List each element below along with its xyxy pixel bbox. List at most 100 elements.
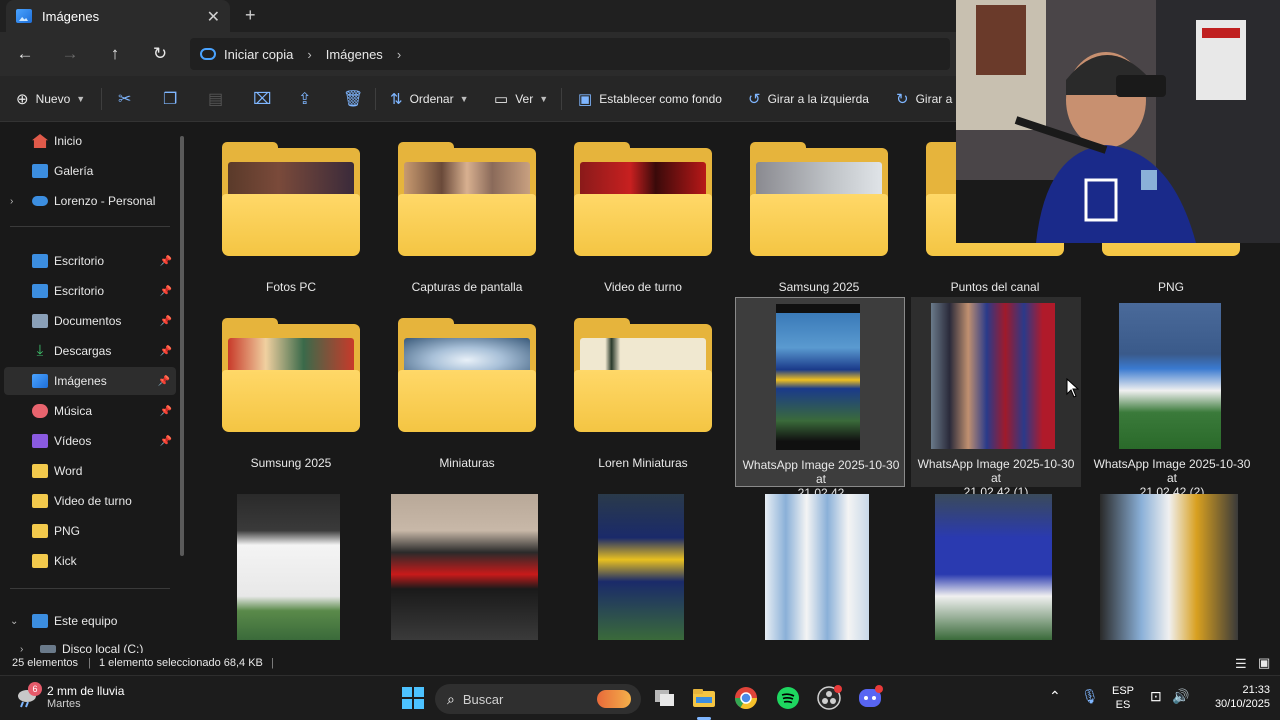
file-name: Fotos PC xyxy=(265,280,316,294)
thumbnail[interactable] xyxy=(391,494,538,640)
sidebar-item-gallery[interactable]: Galería xyxy=(0,157,178,185)
language-indicator[interactable]: ESP ES xyxy=(1110,685,1136,711)
new-tab-button[interactable]: + xyxy=(245,5,256,26)
folder-tile[interactable]: Capturas de pantalla xyxy=(382,142,552,300)
sidebar-item-documents[interactable]: Documentos 📌 xyxy=(0,307,178,335)
sidebar-item-onedrive[interactable]: › Lorenzo - Personal xyxy=(0,187,178,215)
thumbnail xyxy=(1119,303,1221,449)
pin-icon: 📌 xyxy=(159,405,172,417)
chevron-up-icon[interactable]: ⌃ xyxy=(1049,688,1061,705)
image-tile[interactable]: WhatsApp Image 2025-10-30 at 21.02.42 xyxy=(735,297,905,500)
search-icon: ⌕ xyxy=(447,690,455,707)
explorer-tab[interactable]: Imágenes ✕ xyxy=(6,0,230,32)
folder-tile[interactable]: Miniaturas xyxy=(382,318,552,476)
sidebar-item-desktop[interactable]: Escritorio 📌 xyxy=(0,277,178,305)
sidebar-item-local-disk[interactable]: › Disco local (C:) xyxy=(0,635,178,653)
thumbnail[interactable] xyxy=(237,494,340,640)
paste-icon[interactable]: ▤ xyxy=(208,89,223,109)
file-name: Sumsung 2025 xyxy=(250,456,332,470)
sidebar-item-home[interactable]: Inicio xyxy=(0,127,178,155)
rotate-left-button[interactable]: ↺ Girar a la izquierda xyxy=(748,88,869,110)
sidebar-item-label: Escritorio xyxy=(54,284,105,298)
view-button[interactable]: ▭ Ver ▼ xyxy=(494,88,548,110)
breadcrumb-item[interactable]: Imágenes xyxy=(326,47,383,62)
breadcrumb[interactable]: Iniciar copia › Imágenes › xyxy=(190,38,950,70)
chevron-down-icon: ▼ xyxy=(76,94,86,104)
delete-icon[interactable]: 🗑 xyxy=(343,89,363,109)
plus-circle-icon: ⊕ xyxy=(16,91,29,108)
sidebar-item-music[interactable]: Música 📌 xyxy=(0,397,178,425)
image-tile[interactable]: WhatsApp Image 2025-10-30 at 21.02.42 (1… xyxy=(911,297,1081,499)
back-button[interactable]: ← xyxy=(13,42,37,66)
copy-icon[interactable]: ❐ xyxy=(163,89,177,109)
folder-icon xyxy=(32,494,48,508)
new-button[interactable]: ⊕ Nuevo ▼ xyxy=(16,88,85,110)
set-background-button[interactable]: ▣ Establecer como fondo xyxy=(578,88,722,110)
file-explorer-icon[interactable] xyxy=(691,685,717,711)
task-view-icon[interactable] xyxy=(652,685,678,711)
taskbar-search[interactable]: ⌕ Buscar xyxy=(435,684,641,714)
share-icon[interactable]: ⇪ xyxy=(298,89,311,109)
chevron-right-icon[interactable]: › xyxy=(307,47,311,62)
thumbnail[interactable] xyxy=(1100,494,1238,640)
volume-icon[interactable]: 🔊 xyxy=(1172,688,1189,705)
folder-tile[interactable]: Video de turno xyxy=(558,142,728,300)
chevron-right-icon[interactable]: › xyxy=(397,47,401,62)
folder-tile[interactable]: Fotos PC xyxy=(206,142,376,300)
rotate-right-button[interactable]: ↻ Girar a la xyxy=(896,88,965,110)
sidebar-item-kick[interactable]: Kick xyxy=(0,547,178,575)
thumbnail[interactable] xyxy=(765,494,869,640)
forward-button[interactable]: → xyxy=(58,42,82,66)
folder-tile[interactable]: Samsung 2025 xyxy=(734,142,904,300)
sidebar-item-label: Imágenes xyxy=(54,374,107,388)
sidebar-item-pictures[interactable]: Imágenes 📌 xyxy=(4,367,176,395)
scrollbar[interactable] xyxy=(180,136,184,556)
sidebar-item-word[interactable]: Word xyxy=(0,457,178,485)
sidebar-item-desktop[interactable]: Escritorio 📌 xyxy=(0,247,178,275)
divider xyxy=(101,88,102,110)
thumbnail[interactable] xyxy=(935,494,1052,640)
refresh-button[interactable]: ↻ xyxy=(148,42,172,66)
folder-tile[interactable]: Loren Miniaturas xyxy=(558,318,728,476)
folder-tile[interactable]: Sumsung 2025 xyxy=(206,318,376,476)
folder-icon xyxy=(222,318,360,434)
chrome-icon[interactable] xyxy=(733,685,759,711)
close-tab-icon[interactable]: ✕ xyxy=(207,7,220,27)
chevron-down-icon[interactable]: ⌄ xyxy=(10,616,18,627)
cut-icon[interactable]: ✂ xyxy=(118,89,131,109)
network-icon[interactable]: ⊡ xyxy=(1150,688,1162,705)
weather-line1: 2 mm de lluvia xyxy=(47,684,125,698)
breadcrumb-item[interactable]: Iniciar copia xyxy=(224,47,293,62)
obs-icon[interactable] xyxy=(816,685,842,711)
file-name: Loren Miniaturas xyxy=(598,456,688,470)
spotify-icon[interactable] xyxy=(775,685,801,711)
image-tile[interactable]: WhatsApp Image 2025-10-30 at 21.02.42 (2… xyxy=(1087,297,1257,499)
gallery-icon xyxy=(32,164,48,178)
discord-icon[interactable] xyxy=(857,685,883,711)
chevron-right-icon[interactable]: › xyxy=(10,196,13,207)
file-name: Puntos del canal xyxy=(950,280,1040,294)
documents-icon xyxy=(32,314,48,328)
chevron-right-icon[interactable]: › xyxy=(20,644,23,654)
sidebar-item-video-de-turno[interactable]: Video de turno xyxy=(0,487,178,515)
thumbnail[interactable] xyxy=(598,494,684,640)
file-name: Capturas de pantalla xyxy=(411,280,523,294)
sort-button[interactable]: ⇅ Ordenar ▼ xyxy=(390,88,469,110)
sidebar-item-videos[interactable]: Vídeos 📌 xyxy=(0,427,178,455)
tiles-view-icon[interactable]: ▣ xyxy=(1258,655,1270,671)
folder-icon xyxy=(398,142,536,258)
file-name: WhatsApp Image 2025-10-30 at 21.02.42 (1… xyxy=(911,457,1081,499)
tab-title: Imágenes xyxy=(42,8,100,24)
rename-icon[interactable]: ⌧ xyxy=(253,89,271,109)
file-name: Samsung 2025 xyxy=(778,280,860,294)
details-view-icon[interactable]: ☰ xyxy=(1235,656,1247,672)
selection-info: 1 elemento seleccionado 68,4 KB xyxy=(99,657,263,669)
sidebar-item-label: Lorenzo - Personal xyxy=(54,194,156,208)
sidebar-item-downloads[interactable]: ⤓ Descargas 📌 xyxy=(0,337,178,365)
clock[interactable]: 21:33 30/10/2025 xyxy=(1200,684,1270,710)
up-button[interactable]: ↑ xyxy=(103,42,127,66)
windows-start-icon[interactable] xyxy=(400,685,426,711)
sidebar-item-png[interactable]: PNG xyxy=(0,517,178,545)
sidebar-item-this-pc[interactable]: ⌄ Este equipo xyxy=(0,607,178,635)
microphone-icon[interactable]: 🎙 xyxy=(1081,688,1099,705)
